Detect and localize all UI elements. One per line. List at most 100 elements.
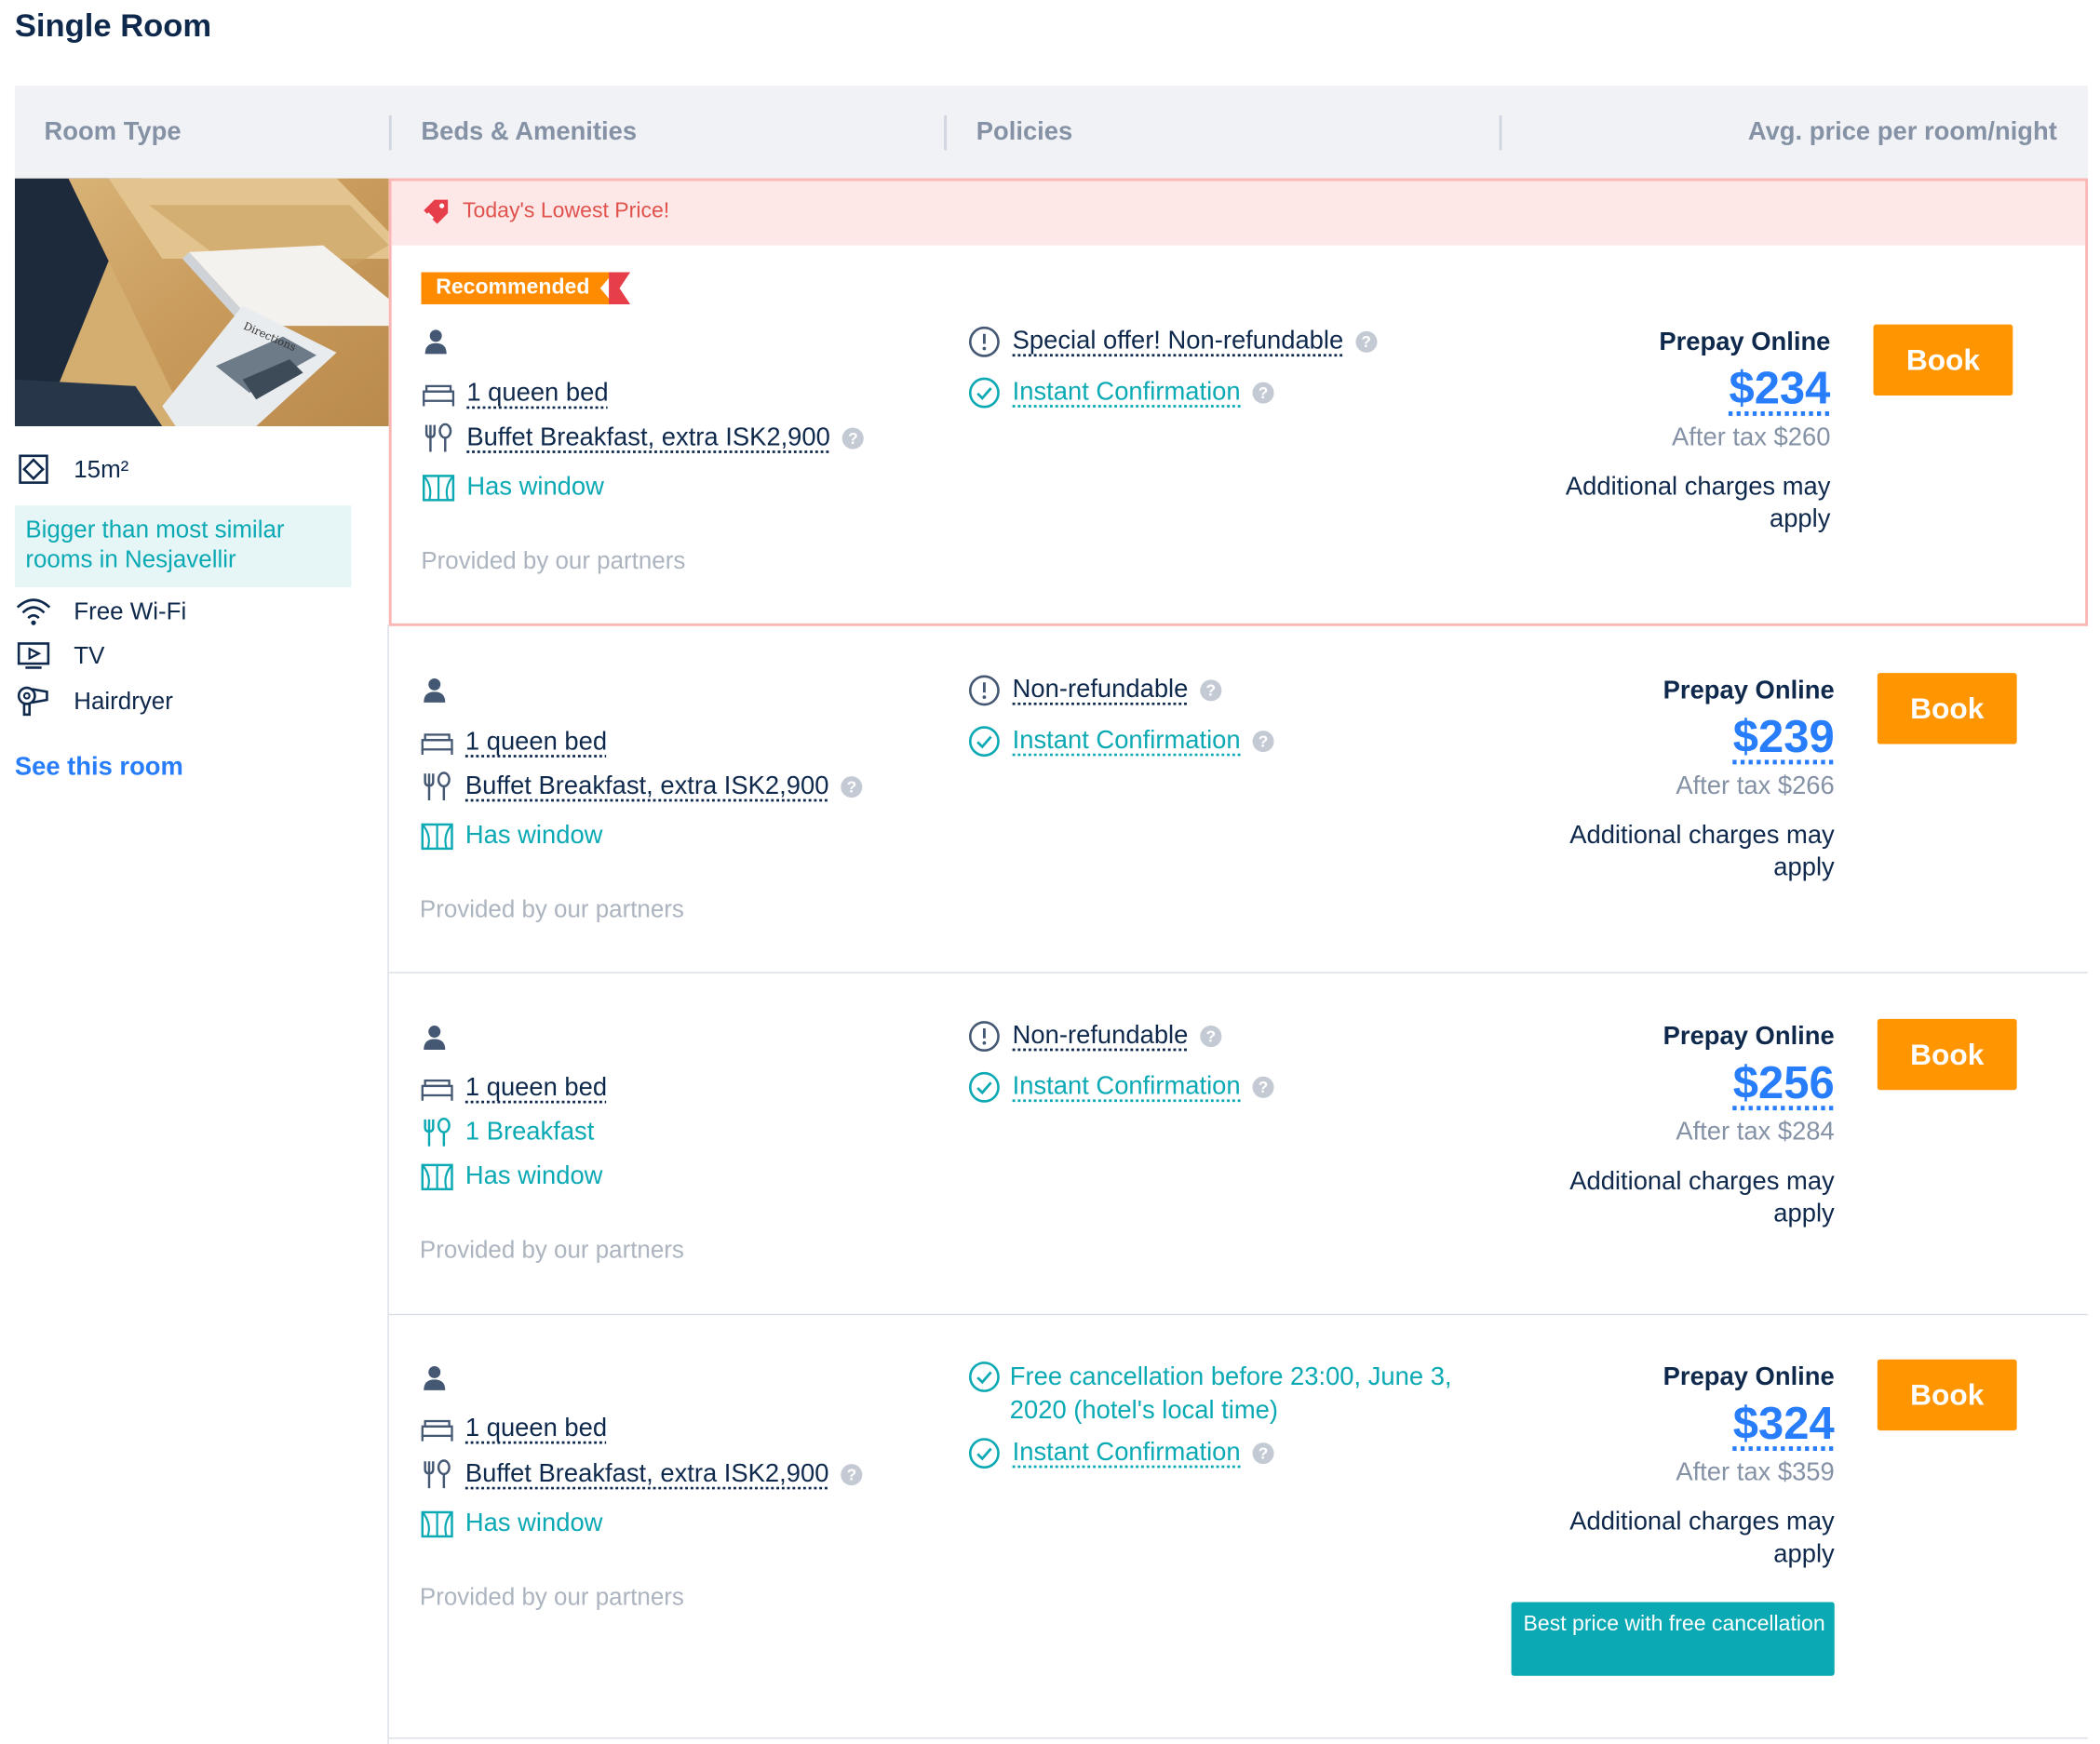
window-label: Has window	[464, 822, 603, 851]
see-this-room-link[interactable]: See this room	[15, 754, 183, 784]
policy-refund-label[interactable]: Non-refundable	[1013, 1022, 1189, 1052]
header-room-type: Room Type	[44, 117, 182, 147]
meal-label[interactable]: Buffet Breakfast, extra ISK2,900	[465, 772, 829, 802]
partners-note: Provided by our partners	[421, 546, 686, 574]
policy-refund-label[interactable]: Special offer! Non-refundable	[1013, 328, 1344, 357]
feature-hairdryer: Hairdryer	[15, 685, 173, 718]
header-separator	[388, 114, 392, 151]
header-price: Avg. price per room/night	[1747, 117, 2057, 147]
exclamation-circle-icon	[967, 1020, 1002, 1053]
row-divider	[388, 1313, 2089, 1316]
policy-confirmation: Instant Confirmation ?	[967, 1437, 1274, 1469]
help-icon[interactable]: ?	[1200, 679, 1222, 702]
book-button[interactable]: Book	[1877, 673, 2017, 745]
after-tax-price: After tax $266	[1676, 771, 1835, 801]
room-size: 15m²	[15, 453, 128, 486]
recommended-badge: Recommended	[421, 272, 614, 305]
policy-confirmation-label[interactable]: Instant Confirmation	[1013, 727, 1241, 757]
meal-label[interactable]: Buffet Breakfast, extra ISK2,900	[466, 423, 830, 453]
row-divider	[388, 1737, 2089, 1739]
cutlery-icon	[420, 1117, 454, 1149]
price-block: Prepay Online $256 After tax $284 Additi…	[1513, 1023, 1835, 1230]
window-icon	[420, 821, 454, 853]
bed-icon	[420, 1072, 454, 1105]
price-value[interactable]: $256	[1513, 1058, 1835, 1110]
meal-info: Buffet Breakfast, extra ISK2,900 ?	[421, 423, 864, 455]
price-block: Prepay Online $234 After tax $260 Additi…	[1509, 329, 1831, 536]
guest-person-icon	[421, 1365, 448, 1399]
book-button[interactable]: Book	[1877, 1018, 2017, 1091]
partners-note: Provided by our partners	[419, 895, 684, 923]
window-icon	[420, 1161, 454, 1194]
help-icon[interactable]: ?	[1252, 1442, 1274, 1465]
feature-tv: TV	[15, 639, 104, 672]
partners-note: Provided by our partners	[419, 1236, 684, 1264]
policy-confirmation: Instant Confirmation ?	[967, 377, 1274, 409]
additional-charges: Additional charges may apply	[1569, 1167, 1835, 1228]
after-tax-price: After tax $260	[1672, 423, 1831, 452]
cutlery-icon	[420, 1458, 454, 1491]
check-circle-icon	[967, 1361, 1002, 1393]
window-icon	[420, 1509, 454, 1541]
meal-info: 1 Breakfast	[420, 1117, 594, 1149]
window-info: Has window	[420, 1509, 602, 1541]
policy-confirmation-label[interactable]: Instant Confirmation	[1013, 378, 1241, 408]
check-circle-icon	[967, 377, 1002, 409]
guest-person-icon	[423, 329, 450, 362]
window-label: Has window	[464, 1162, 603, 1191]
window-info: Has window	[421, 472, 604, 504]
policy-confirmation-label[interactable]: Instant Confirmation	[1013, 1439, 1241, 1469]
bed-info: 1 queen bed	[421, 378, 609, 410]
window-label: Has window	[466, 473, 604, 502]
bed-icon	[421, 378, 455, 410]
additional-charges: Additional charges may apply	[1569, 1508, 1835, 1569]
tv-icon	[15, 639, 52, 672]
price-value[interactable]: $234	[1509, 363, 1830, 415]
book-button[interactable]: Book	[1873, 324, 2013, 396]
page-title: Single Room	[14, 7, 212, 45]
feature-wifi-label: Free Wi-Fi	[74, 597, 187, 624]
after-tax-price: After tax $359	[1676, 1458, 1835, 1487]
bed-icon	[420, 1413, 454, 1445]
help-icon[interactable]: ?	[1355, 330, 1378, 353]
header-separator	[1499, 114, 1502, 151]
column-divider	[387, 624, 389, 1744]
guest-person-icon	[421, 1025, 448, 1058]
policy-confirmation-label[interactable]: Instant Confirmation	[1013, 1072, 1241, 1102]
lowest-price-label: Today's Lowest Price!	[463, 199, 670, 223]
help-icon[interactable]: ?	[1252, 731, 1274, 753]
bed-label[interactable]: 1 queen bed	[465, 1415, 607, 1444]
meal-label[interactable]: Buffet Breakfast, extra ISK2,900	[465, 1460, 829, 1490]
cutlery-icon	[420, 771, 454, 803]
help-icon[interactable]: ?	[1252, 382, 1274, 404]
bed-info: 1 queen bed	[420, 727, 607, 759]
policy-refund-label[interactable]: Non-refundable	[1013, 676, 1189, 705]
help-icon[interactable]: ?	[841, 427, 864, 449]
bed-label[interactable]: 1 queen bed	[465, 728, 607, 758]
price-value[interactable]: $239	[1513, 712, 1835, 764]
price-value[interactable]: $324	[1513, 1399, 1835, 1451]
header-policies: Policies	[976, 117, 1073, 147]
help-icon[interactable]: ?	[841, 1464, 863, 1486]
help-icon[interactable]: ?	[1252, 1076, 1274, 1098]
check-circle-icon	[967, 1437, 1002, 1469]
check-circle-icon	[967, 1071, 1002, 1104]
policy-refund: Non-refundable ?	[967, 1020, 1222, 1053]
policy-confirmation: Instant Confirmation ?	[967, 725, 1274, 758]
bed-label[interactable]: 1 queen bed	[465, 1074, 607, 1104]
room-photo[interactable]: Directions	[14, 178, 389, 427]
partners-note: Provided by our partners	[419, 1583, 684, 1611]
best-price-free-cancellation-badge: Best price with free cancellation	[1511, 1602, 1835, 1676]
exclamation-circle-icon	[967, 675, 1002, 707]
help-icon[interactable]: ?	[841, 776, 863, 798]
price-block: Prepay Online $324 After tax $359 Additi…	[1513, 1363, 1835, 1571]
bed-icon	[420, 727, 454, 759]
bed-label[interactable]: 1 queen bed	[466, 380, 608, 409]
hairdryer-icon	[15, 685, 52, 718]
wifi-icon	[15, 596, 52, 628]
help-icon[interactable]: ?	[1200, 1026, 1222, 1048]
check-circle-icon	[967, 725, 1002, 758]
guest-person-icon	[421, 677, 448, 711]
meal-label: 1 Breakfast	[464, 1118, 595, 1147]
book-button[interactable]: Book	[1877, 1359, 2017, 1431]
